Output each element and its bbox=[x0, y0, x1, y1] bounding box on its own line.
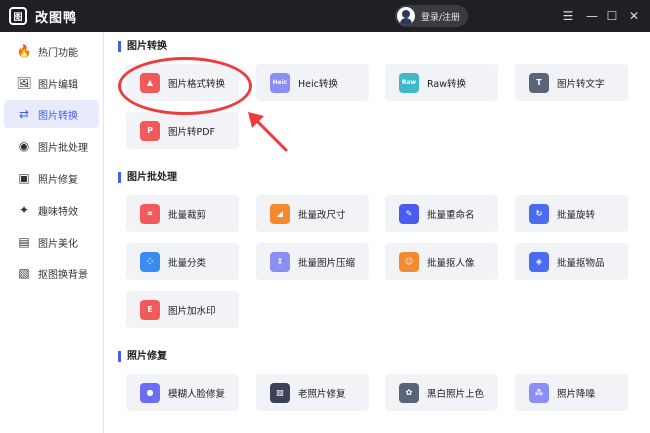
card-label: 图片加水印 bbox=[168, 305, 216, 317]
card-label: 批量裁剪 bbox=[168, 209, 207, 221]
batch-compress-icon: ⇕ bbox=[270, 251, 290, 272]
card-batch-classify[interactable]: ⁘ 批量分类 bbox=[126, 243, 239, 280]
watermark-icon: E bbox=[140, 299, 160, 320]
sidebar-item-image-convert[interactable]: ⇄ 图片转换 bbox=[4, 100, 99, 128]
card-watermark[interactable]: E 图片加水印 bbox=[126, 291, 239, 328]
batch-crop-icon: ⌗ bbox=[140, 203, 160, 224]
batch-object-icon: ◈ bbox=[529, 251, 549, 272]
sidebar-item-label: 照片修复 bbox=[38, 174, 78, 186]
denoise-icon: ⁂ bbox=[529, 382, 549, 403]
card-label: 批量图片压缩 bbox=[298, 257, 356, 269]
card-label: 批量旋转 bbox=[557, 209, 596, 221]
batch-classify-icon: ⁘ bbox=[140, 251, 160, 272]
card-label: 图片转PDF bbox=[168, 126, 216, 138]
image-to-text-icon: T bbox=[529, 72, 549, 93]
sidebar-item-batch[interactable]: ◉ 图片批处理 bbox=[4, 132, 99, 160]
login-label: 登录/注册 bbox=[421, 12, 461, 23]
card-denoise[interactable]: ⁂ 照片降噪 bbox=[515, 374, 628, 411]
avatar-icon bbox=[397, 7, 415, 25]
card-label: 老照片修复 bbox=[298, 388, 346, 400]
card-label: Heic转换 bbox=[298, 78, 338, 90]
batch-icon: ◉ bbox=[18, 139, 30, 153]
image-to-pdf-icon: P bbox=[140, 120, 160, 141]
app-logo-icon: 图 bbox=[9, 7, 27, 25]
heic-icon: Heic bbox=[270, 72, 290, 93]
card-label: 图片转文字 bbox=[557, 78, 605, 90]
section-title-convert: 图片转换 bbox=[118, 41, 167, 52]
sidebar-item-label: 图片美化 bbox=[38, 238, 78, 250]
card-label: 批量重命名 bbox=[427, 209, 475, 221]
sidebar: 🔥 热门功能 🖼 图片编辑 ⇄ 图片转换 ◉ 图片批处理 ▣ 照片修复 ✦ 趣味… bbox=[0, 32, 104, 433]
menu-icon[interactable]: ☰ bbox=[560, 8, 576, 24]
face-repair-icon: ● bbox=[140, 382, 160, 403]
magic-icon: ✦ bbox=[18, 203, 30, 217]
flame-icon: 🔥 bbox=[16, 44, 32, 58]
photo-repair-icon: ▣ bbox=[18, 171, 30, 185]
close-icon[interactable]: ✕ bbox=[626, 8, 642, 24]
colorize-icon: ✿ bbox=[399, 382, 419, 403]
section-title-photo-repair: 照片修复 bbox=[118, 351, 167, 362]
image-edit-icon: 🖼 bbox=[16, 76, 32, 90]
card-label: 批量抠物品 bbox=[557, 257, 605, 269]
card-label: 批量改尺寸 bbox=[298, 209, 346, 221]
card-image-format-convert[interactable]: ▲ 图片格式转换 bbox=[126, 64, 239, 101]
card-batch-resize[interactable]: ◢ 批量改尺寸 bbox=[256, 195, 369, 232]
card-label: 模糊人脸修复 bbox=[168, 388, 226, 400]
card-batch-rename[interactable]: ✎ 批量重命名 bbox=[385, 195, 498, 232]
card-image-to-text[interactable]: T 图片转文字 bbox=[515, 64, 628, 101]
card-raw-convert[interactable]: Raw Raw转换 bbox=[385, 64, 498, 101]
card-old-photo-repair[interactable]: ▨ 老照片修复 bbox=[256, 374, 369, 411]
main-panel: 图片转换 ▲ 图片格式转换 Heic Heic转换 Raw Raw转换 T 图片… bbox=[104, 32, 650, 433]
raw-icon: Raw bbox=[399, 72, 419, 93]
card-batch-rotate[interactable]: ↻ 批量旋转 bbox=[515, 195, 628, 232]
card-batch-object[interactable]: ◈ 批量抠物品 bbox=[515, 243, 628, 280]
sidebar-item-label: 图片转换 bbox=[38, 110, 78, 122]
sidebar-item-photo-repair[interactable]: ▣ 照片修复 bbox=[4, 164, 99, 192]
card-label: Raw转换 bbox=[427, 78, 466, 90]
card-label: 照片降噪 bbox=[557, 388, 596, 400]
batch-rotate-icon: ↻ bbox=[529, 203, 549, 224]
card-label: 图片格式转换 bbox=[168, 78, 226, 90]
old-photo-icon: ▨ bbox=[270, 382, 290, 403]
section-title-batch: 图片批处理 bbox=[118, 172, 177, 183]
sidebar-item-beautify[interactable]: ▤ 图片美化 bbox=[4, 228, 99, 256]
app-title: 改图鸭 bbox=[35, 10, 78, 26]
beautify-icon: ▤ bbox=[18, 235, 30, 249]
sidebar-item-label: 图片编辑 bbox=[38, 79, 78, 91]
sidebar-item-cutout[interactable]: ▧ 抠图换背景 bbox=[4, 259, 99, 287]
card-face-repair[interactable]: ● 模糊人脸修复 bbox=[126, 374, 239, 411]
card-label: 批量分类 bbox=[168, 257, 207, 269]
minimize-icon[interactable]: — bbox=[584, 8, 600, 24]
sidebar-item-image-edit[interactable]: 🖼 图片编辑 bbox=[4, 69, 99, 97]
sidebar-item-label: 趣味特效 bbox=[38, 206, 78, 218]
maximize-icon[interactable]: ☐ bbox=[604, 8, 620, 24]
batch-resize-icon: ◢ bbox=[270, 203, 290, 224]
login-button[interactable]: 登录/注册 bbox=[395, 5, 469, 27]
sidebar-item-label: 抠图换背景 bbox=[38, 269, 88, 281]
batch-rename-icon: ✎ bbox=[399, 203, 419, 224]
card-batch-compress[interactable]: ⇕ 批量图片压缩 bbox=[256, 243, 369, 280]
cutout-icon: ▧ bbox=[18, 266, 30, 280]
card-image-to-pdf[interactable]: P 图片转PDF bbox=[126, 112, 239, 149]
card-heic-convert[interactable]: Heic Heic转换 bbox=[256, 64, 369, 101]
convert-icon: ⇄ bbox=[18, 107, 30, 121]
image-format-icon: ▲ bbox=[140, 72, 160, 93]
card-colorize[interactable]: ✿ 黑白照片上色 bbox=[385, 374, 498, 411]
sidebar-item-effects[interactable]: ✦ 趣味特效 bbox=[4, 196, 99, 224]
sidebar-item-label: 图片批处理 bbox=[38, 142, 88, 154]
card-label: 批量抠人像 bbox=[427, 257, 475, 269]
card-batch-crop[interactable]: ⌗ 批量裁剪 bbox=[126, 195, 239, 232]
sidebar-item-label: 热门功能 bbox=[38, 47, 78, 59]
title-bar: 图 改图鸭 登录/注册 ☰ — ☐ ✕ bbox=[0, 0, 650, 32]
sidebar-item-hot[interactable]: 🔥 热门功能 bbox=[4, 37, 99, 65]
card-label: 黑白照片上色 bbox=[427, 388, 485, 400]
card-batch-portrait[interactable]: ☺ 批量抠人像 bbox=[385, 243, 498, 280]
batch-portrait-icon: ☺ bbox=[399, 251, 419, 272]
